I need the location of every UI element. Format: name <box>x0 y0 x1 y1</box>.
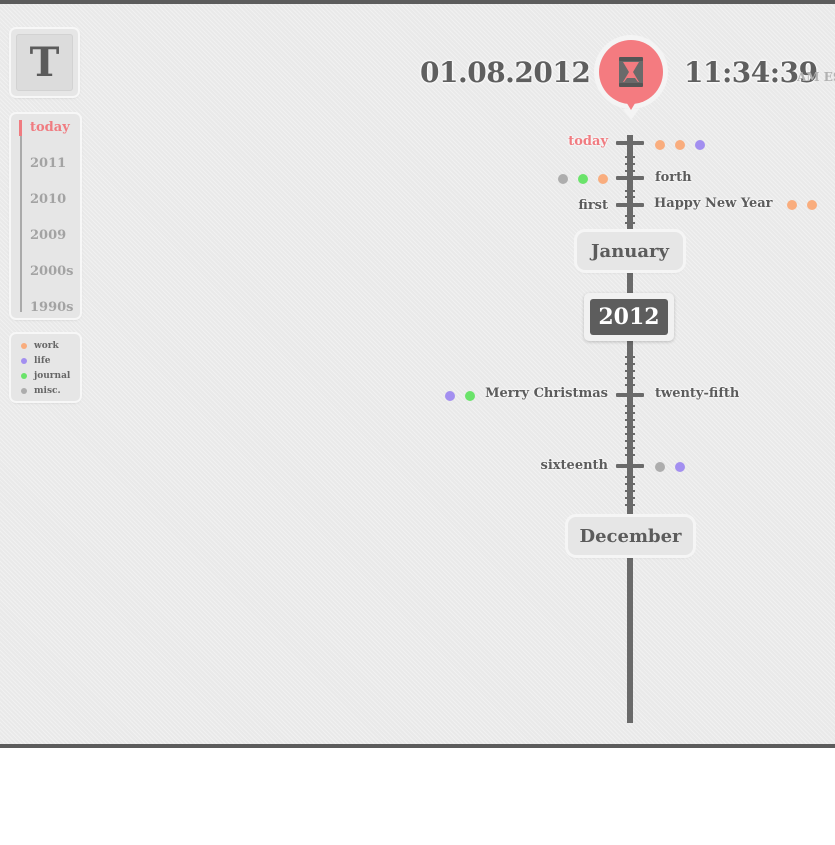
life-event-dot[interactable] <box>695 140 705 150</box>
day-tick <box>625 405 635 407</box>
legend-item-misc: misc. <box>21 385 61 397</box>
day-tick <box>625 215 635 217</box>
day-tick <box>625 190 635 192</box>
event-tick <box>616 393 644 397</box>
work-event-dot[interactable] <box>807 200 817 210</box>
nav-item-2000s[interactable]: 2000s <box>30 264 74 279</box>
nav-item-2010[interactable]: 2010 <box>30 192 66 207</box>
event-day-first[interactable]: first <box>578 198 608 213</box>
time-navigation: today 2011 2010 2009 2000s 1990s <box>11 114 80 318</box>
day-tick <box>625 384 635 386</box>
time-period: AM EST <box>797 70 835 84</box>
work-color-dot <box>21 343 27 349</box>
day-tick <box>625 426 635 428</box>
month-marker-january[interactable]: January <box>577 232 683 270</box>
day-tick <box>625 490 635 492</box>
work-event-dot[interactable] <box>655 140 665 150</box>
now-pin[interactable] <box>592 32 670 122</box>
day-tick <box>625 483 635 485</box>
logo-letter: T <box>16 34 73 91</box>
legend-label: work <box>34 341 59 351</box>
journal-event-dot[interactable] <box>578 174 588 184</box>
category-legend: work life journal misc. <box>11 334 80 401</box>
day-tick <box>625 370 635 372</box>
nav-rail <box>20 122 22 312</box>
day-tick <box>625 476 635 478</box>
day-tick <box>625 196 635 198</box>
day-tick <box>625 497 635 499</box>
work-event-dot[interactable] <box>675 140 685 150</box>
life-event-dot[interactable] <box>445 391 455 401</box>
life-color-dot <box>21 358 27 364</box>
day-tick <box>625 156 635 158</box>
hourglass-icon <box>594 35 668 120</box>
day-tick <box>625 433 635 435</box>
nav-active-indicator <box>19 120 22 136</box>
event-tick <box>616 141 644 145</box>
legend-label: life <box>34 356 51 366</box>
event-title-happy-new-year[interactable]: Happy New Year <box>654 196 773 211</box>
nav-item-today[interactable]: today <box>30 120 70 135</box>
misc-event-dot[interactable] <box>558 174 568 184</box>
nav-item-2011[interactable]: 2011 <box>30 156 66 171</box>
life-event-dot[interactable] <box>675 462 685 472</box>
event-tick <box>616 176 644 180</box>
day-tick <box>625 170 635 172</box>
misc-event-dot[interactable] <box>655 462 665 472</box>
day-tick <box>625 454 635 456</box>
day-tick <box>625 447 635 449</box>
year-marker[interactable]: 2012 <box>584 293 674 341</box>
journal-color-dot <box>21 373 27 379</box>
year-label: 2012 <box>590 299 668 335</box>
work-event-dot[interactable] <box>598 174 608 184</box>
day-tick <box>625 504 635 506</box>
nav-item-1990s[interactable]: 1990s <box>30 300 74 315</box>
event-tick <box>616 464 644 468</box>
timeline-app: T today 2011 2010 2009 2000s 1990s work … <box>0 0 835 748</box>
nav-item-2009[interactable]: 2009 <box>30 228 66 243</box>
day-tick <box>625 419 635 421</box>
current-date: 01.08.2012 <box>420 56 591 89</box>
legend-item-journal: journal <box>21 370 70 382</box>
work-event-dot[interactable] <box>787 200 797 210</box>
legend-item-life: life <box>21 355 50 367</box>
day-tick <box>625 222 635 224</box>
day-tick <box>625 440 635 442</box>
misc-color-dot <box>21 388 27 394</box>
event-day-forth[interactable]: forth <box>655 170 692 185</box>
day-tick <box>625 377 635 379</box>
day-tick <box>625 163 635 165</box>
legend-label: misc. <box>34 386 61 396</box>
event-day-sixteenth[interactable]: sixteenth <box>541 458 608 473</box>
legend-label: journal <box>34 371 71 381</box>
event-day-twenty-fifth[interactable]: twenty-fifth <box>655 386 739 401</box>
day-tick <box>625 356 635 358</box>
day-tick <box>625 412 635 414</box>
legend-item-work: work <box>21 340 59 352</box>
event-label-today[interactable]: today <box>568 134 608 149</box>
app-logo[interactable]: T <box>11 29 78 96</box>
day-tick <box>625 363 635 365</box>
month-marker-december[interactable]: December <box>568 517 693 555</box>
event-title-merry-christmas[interactable]: Merry Christmas <box>485 386 608 401</box>
journal-event-dot[interactable] <box>465 391 475 401</box>
event-tick <box>616 203 644 207</box>
